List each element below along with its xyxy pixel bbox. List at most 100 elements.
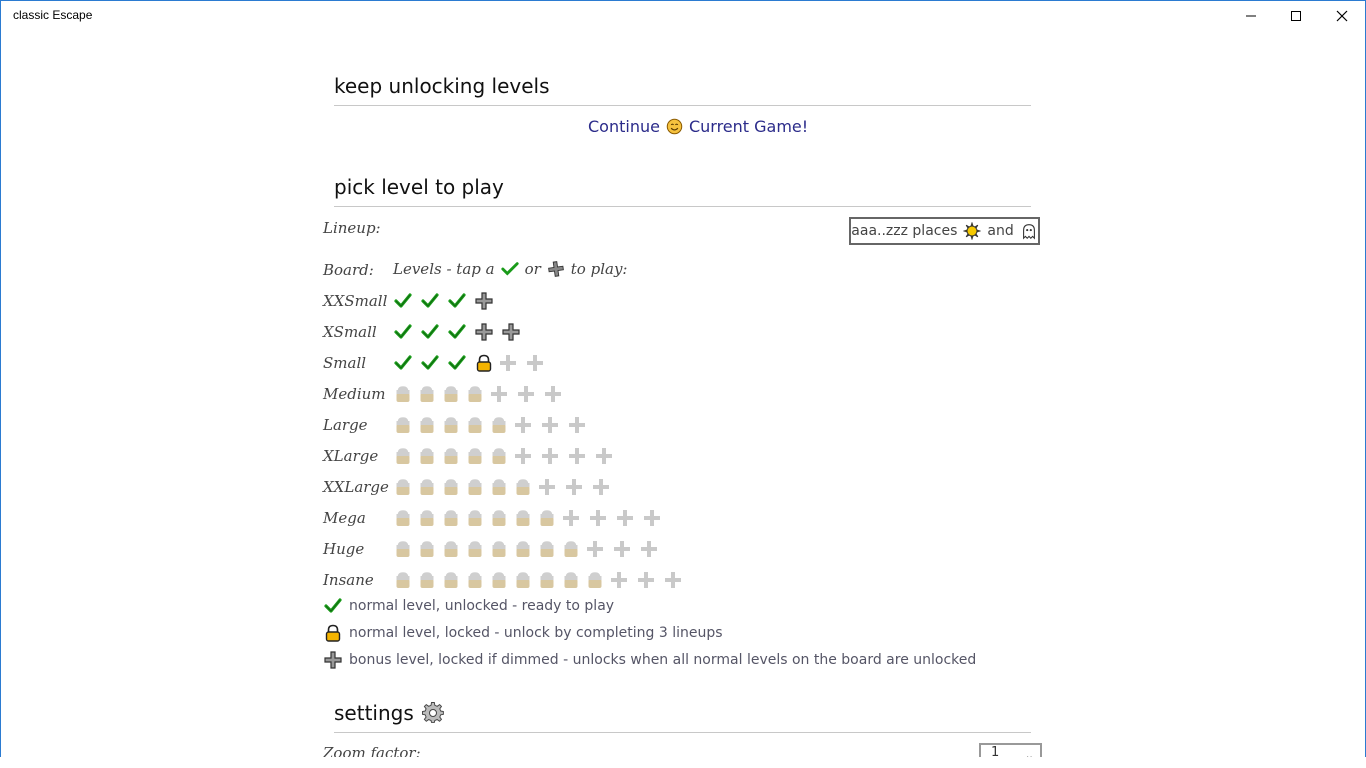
level-cell (463, 475, 487, 499)
lock-dim-icon (468, 448, 482, 464)
continue-game-link[interactable]: Continue Current Game! (588, 117, 808, 136)
lock-dim-icon (420, 541, 434, 557)
board-label: Board: (323, 261, 374, 279)
level-cell (511, 475, 535, 499)
level-cell (511, 413, 535, 437)
level-cell (565, 413, 589, 437)
lock-dim-icon (396, 479, 410, 495)
level-cell (592, 444, 616, 468)
plus-dim-icon (542, 417, 558, 433)
level-cell (607, 568, 631, 592)
level-cell (640, 506, 664, 530)
level-cell (535, 506, 559, 530)
level-cell[interactable] (391, 351, 415, 375)
lock-dim-icon (468, 417, 482, 433)
level-cell (487, 382, 511, 406)
board-name: Small (323, 354, 367, 372)
plus-dim-icon (491, 386, 507, 402)
level-cell[interactable] (445, 320, 469, 344)
plus-dim-icon (569, 417, 585, 433)
lock-dim-icon (588, 572, 602, 588)
level-cell[interactable] (472, 289, 496, 313)
lock-dim-icon (516, 479, 530, 495)
level-cell[interactable] (391, 320, 415, 344)
plus-dim-icon (587, 541, 603, 557)
level-cell (415, 568, 439, 592)
level-cell[interactable] (391, 289, 415, 313)
level-cell (634, 568, 658, 592)
level-cell (463, 413, 487, 437)
lock-dim-icon (516, 541, 530, 557)
level-cell (463, 537, 487, 561)
board-name: XXLarge (323, 478, 389, 496)
level-cell[interactable] (445, 289, 469, 313)
level-cell (415, 382, 439, 406)
check-icon (500, 262, 519, 276)
maximize-button[interactable] (1273, 0, 1319, 32)
lock-dim-icon (492, 448, 506, 464)
lock-dim-icon (444, 448, 458, 464)
level-cell (391, 413, 415, 437)
level-cell (583, 568, 607, 592)
plus-dim-icon (665, 572, 681, 588)
plus-dim-icon (638, 572, 654, 588)
check-icon (324, 598, 342, 613)
close-button[interactable] (1319, 0, 1365, 32)
level-cell[interactable] (445, 351, 469, 375)
check-icon (394, 355, 412, 370)
level-cell (463, 568, 487, 592)
lock-dim-icon (468, 572, 482, 588)
lock-dim-icon (444, 417, 458, 433)
lock-dim-icon (420, 572, 434, 588)
ghost-icon (1022, 224, 1035, 240)
legend-item: bonus level, locked if dimmed - unlocks … (323, 650, 976, 670)
level-cell (511, 444, 535, 468)
level-cell (496, 351, 520, 375)
level-cell (511, 537, 535, 561)
level-cell[interactable] (418, 289, 442, 313)
check-icon (421, 293, 439, 308)
check-icon (448, 324, 466, 339)
level-cell[interactable] (499, 320, 523, 344)
lock-dim-icon (492, 541, 506, 557)
lock-dim-icon (492, 417, 506, 433)
level-cell (610, 537, 634, 561)
plus-dim-icon (617, 510, 633, 526)
level-cell (583, 537, 607, 561)
level-cell (391, 475, 415, 499)
level-cell (487, 444, 511, 468)
lock-dim-icon (540, 510, 554, 526)
levels-header-text: Levels - tap a (393, 260, 495, 278)
level-cell (391, 537, 415, 561)
level-cell (415, 506, 439, 530)
board-name: Large (323, 416, 368, 434)
plus-dim-icon (515, 417, 531, 433)
lineup-button[interactable]: aaa..zzz places and (849, 217, 1040, 245)
board-name: Medium (323, 385, 386, 403)
title-bar: classic Escape (0, 0, 1366, 32)
levels-header-or: or (524, 260, 541, 278)
check-icon (394, 324, 412, 339)
level-cell (637, 537, 661, 561)
board-name: XXSmall (323, 292, 388, 310)
level-cell[interactable] (472, 320, 496, 344)
level-cell (661, 568, 685, 592)
level-cell (559, 506, 583, 530)
lock-dim-icon (468, 541, 482, 557)
level-cell[interactable] (418, 320, 442, 344)
board-name: Insane (323, 571, 374, 589)
level-cell (586, 506, 610, 530)
check-icon (448, 355, 466, 370)
level-cell (511, 506, 535, 530)
levels-header-end: to play: (570, 260, 628, 278)
legend-item: normal level, locked - unlock by complet… (323, 623, 723, 643)
minimize-button[interactable] (1228, 0, 1274, 32)
plus-dim-icon (644, 510, 660, 526)
level-cell[interactable] (418, 351, 442, 375)
gear-icon (421, 702, 444, 723)
maximize-icon (1291, 11, 1301, 21)
divider (334, 206, 1031, 207)
lock-dim-icon (444, 479, 458, 495)
plus-dim-icon (611, 572, 627, 588)
minimize-icon (1246, 15, 1256, 17)
